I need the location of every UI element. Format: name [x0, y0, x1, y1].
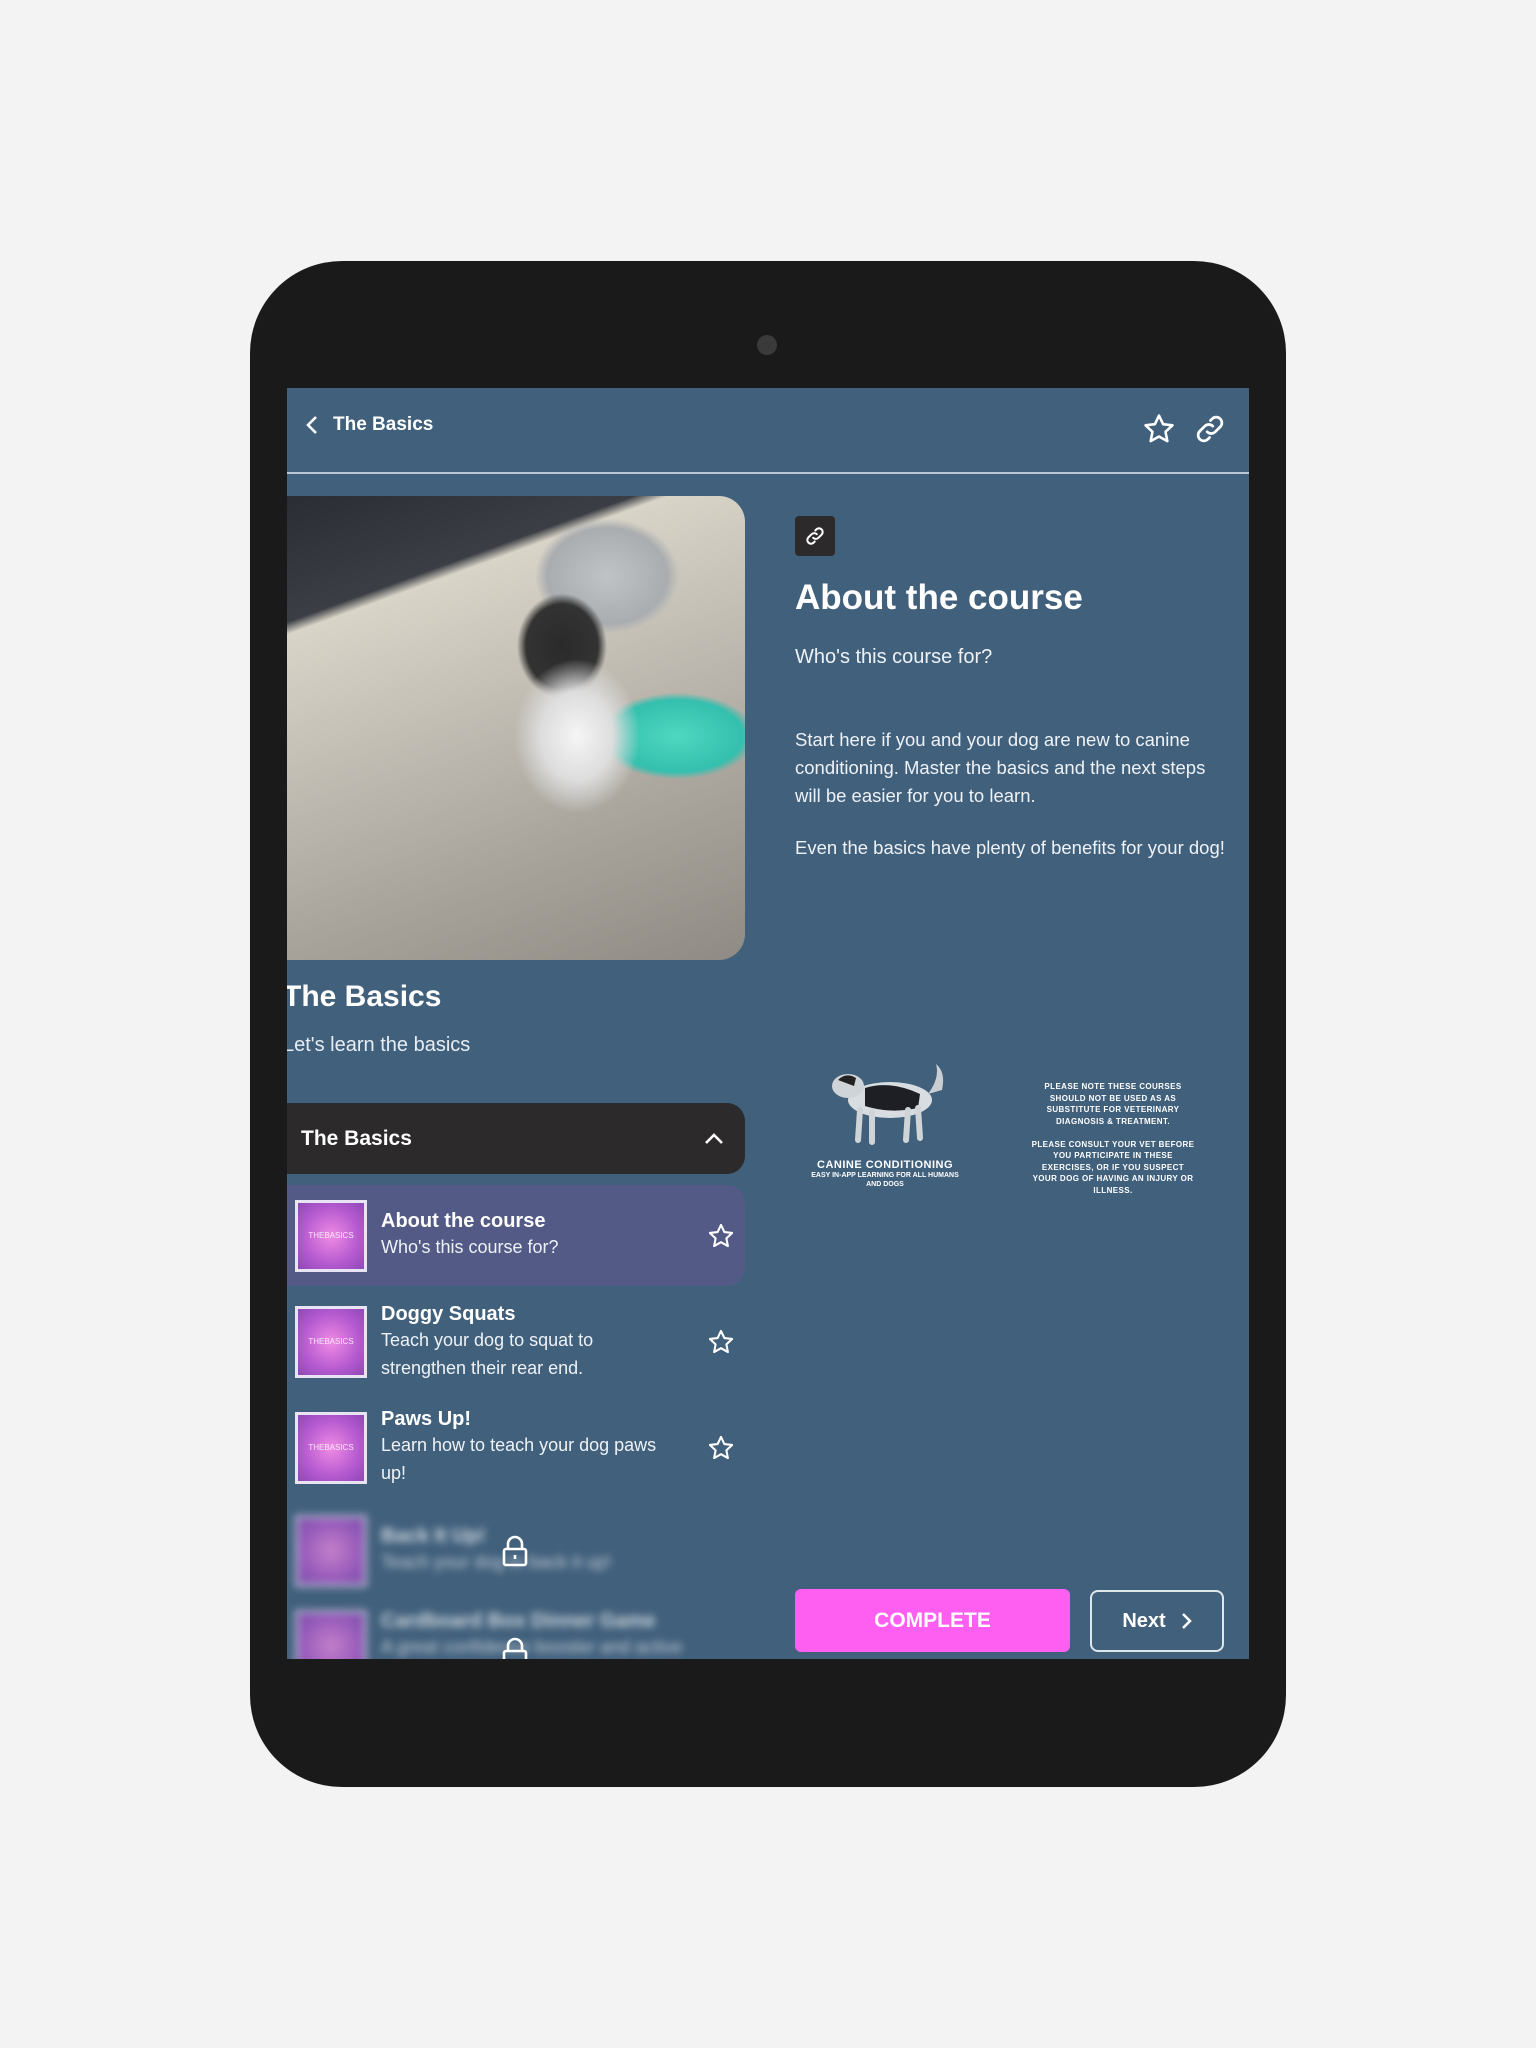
back-button[interactable]: The Basics	[305, 414, 433, 436]
lesson-title: Paws Up!	[381, 1408, 472, 1430]
chevron-up-icon	[705, 1132, 723, 1144]
link-icon	[806, 527, 824, 545]
disclaimer-image: PLEASE NOTE THESE COURSES SHOULD NOT BE …	[1031, 1082, 1195, 1195]
lesson-subtitle: Learn how to teach your dog paws up!	[381, 1435, 657, 1483]
star-icon[interactable]	[707, 1222, 735, 1250]
lock-icon	[502, 1535, 528, 1567]
lesson-heading: About the course	[795, 578, 1083, 617]
section-accordion-header[interactable]: The Basics	[287, 1103, 745, 1174]
lesson-thumbnail: THE BASICS	[295, 1411, 367, 1484]
lesson-paragraph: Even the basics have plenty of benefits …	[795, 837, 1225, 858]
star-icon[interactable]	[707, 1434, 735, 1462]
copy-link-button[interactable]	[795, 516, 835, 556]
lesson-item[interactable]: THE BASICS About the course Who's this cou…	[287, 1185, 745, 1286]
link-icon[interactable]	[1193, 412, 1227, 446]
lesson-item[interactable]: THE BASICS Doggy Squats Teach your dog to …	[287, 1293, 745, 1391]
course-title: The Basics	[287, 980, 442, 1013]
course-hero-image	[287, 496, 745, 960]
lesson-title: Doggy Squats	[381, 1302, 516, 1325]
lesson-subtitle: Who's this course for?	[381, 1237, 559, 1257]
lesson-thumbnail: THE BASICS	[295, 1306, 367, 1378]
star-icon[interactable]	[1142, 412, 1176, 446]
lock-icon	[502, 1637, 528, 1659]
top-bar: The Basics	[287, 388, 1249, 474]
canine-conditioning-logo: CANINE CONDITIONING EASY IN-APP LEARNING…	[807, 1058, 963, 1189]
complete-button[interactable]: COMPLETE	[795, 1589, 1070, 1652]
dog-illustration	[832, 1064, 944, 1145]
lesson-title: About the course	[381, 1210, 546, 1232]
lesson-subtitle: A great confidence booster and active	[381, 1637, 683, 1657]
chevron-left-icon	[306, 416, 317, 434]
lesson-title: Back It Up!	[381, 1525, 486, 1547]
next-button[interactable]: Next	[1090, 1590, 1224, 1652]
lesson-subtitle: Teach your dog to back it up!	[381, 1552, 612, 1572]
lesson-thumbnail: THE BASICS	[295, 1199, 367, 1272]
app-screen: The Basics The Basics Let's learn the ba…	[287, 388, 1249, 1659]
lesson-title: Cardboard Box Dinner Game	[381, 1610, 656, 1632]
section-title: The Basics	[301, 1126, 412, 1150]
lesson-subtitle: Teach your dog to squat to strengthen th…	[381, 1329, 594, 1378]
chevron-right-icon	[1181, 1613, 1192, 1629]
lesson-subheading: Who's this course for?	[795, 646, 993, 668]
lesson-thumbnail	[295, 1610, 367, 1659]
header-title: The Basics	[333, 414, 434, 435]
star-icon[interactable]	[707, 1328, 735, 1356]
lesson-thumbnail	[295, 1514, 367, 1587]
camera	[757, 335, 777, 355]
lesson-item[interactable]: THE BASICS Paws Up! Learn how to teach you…	[287, 1400, 745, 1495]
lesson-paragraph: Start here if you and your dog are new t…	[795, 729, 1206, 806]
course-subtitle: Let's learn the basics	[287, 1034, 471, 1056]
